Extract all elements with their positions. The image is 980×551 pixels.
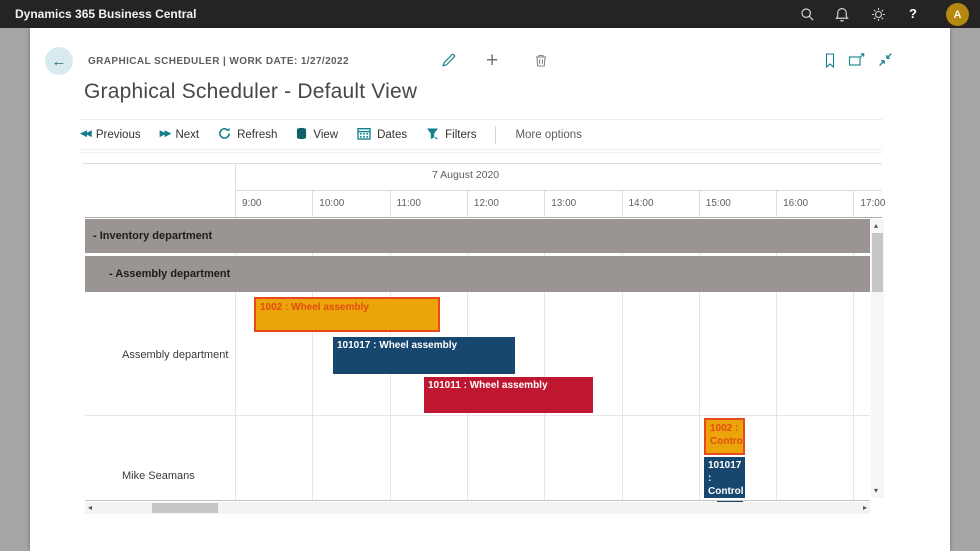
task-bar[interactable]: 1002 : Control [704, 418, 745, 455]
task-bar[interactable]: 101017 : Wheel assembly [333, 337, 515, 374]
hour-tick-label: 15:00 [706, 198, 731, 209]
chart-top-border [83, 163, 882, 164]
horizontal-scrollbar[interactable]: ◂ ▸ [85, 502, 870, 514]
hour-row-bottom-border [85, 217, 882, 218]
group-row[interactable]: - Assembly department [85, 256, 870, 292]
screen: Dynamics 365 Business Central ? A ← GRAP… [0, 0, 980, 551]
hour-tick-label: 10:00 [319, 198, 344, 209]
group-row[interactable]: - Inventory department [85, 219, 870, 253]
hour-tick-label: 12:00 [474, 198, 499, 209]
vertical-scrollbar[interactable]: ▴ ▾ [871, 219, 884, 498]
scroll-down-arrow[interactable]: ▾ [874, 487, 878, 495]
date-header: 7 August 2020 [432, 169, 499, 181]
task-bar[interactable]: 1002 : Wheel assembly [254, 297, 440, 332]
hour-tick-label: 9:00 [242, 198, 261, 209]
grid-line [467, 190, 468, 218]
hour-row-border [235, 190, 882, 191]
chart-bottom-border [85, 500, 870, 501]
scroll-right-arrow[interactable]: ▸ [863, 504, 867, 512]
vertical-scroll-thumb[interactable] [872, 233, 883, 292]
hour-tick-label: 13:00 [551, 198, 576, 209]
resource-label: Assembly department [122, 349, 228, 361]
hour-tick-label: 16:00 [783, 198, 808, 209]
grid-line [853, 190, 854, 218]
resource-label: Mike Seamans [122, 470, 195, 482]
task-bar[interactable]: 101017 : Control [704, 457, 745, 498]
scroll-left-arrow[interactable]: ◂ [88, 504, 92, 512]
grid-line [622, 190, 623, 218]
task-bar[interactable]: 101011 : Wheel assembly [424, 377, 593, 413]
hour-tick-label: 17:00 [860, 198, 885, 209]
hour-tick-label: 11:00 [397, 198, 421, 209]
scroll-up-arrow[interactable]: ▴ [874, 222, 878, 230]
grid-line [390, 190, 391, 218]
grid-line [776, 190, 777, 218]
grid-line [699, 190, 700, 218]
row-separator [85, 415, 870, 416]
grid-line [312, 190, 313, 218]
hour-tick-label: 14:00 [629, 198, 654, 209]
grid-line [544, 190, 545, 218]
gantt-chart: 7 August 2020 9:00 10:00 11:00 12:00 13:00 14… [0, 0, 980, 551]
horizontal-scroll-thumb[interactable] [152, 503, 218, 513]
